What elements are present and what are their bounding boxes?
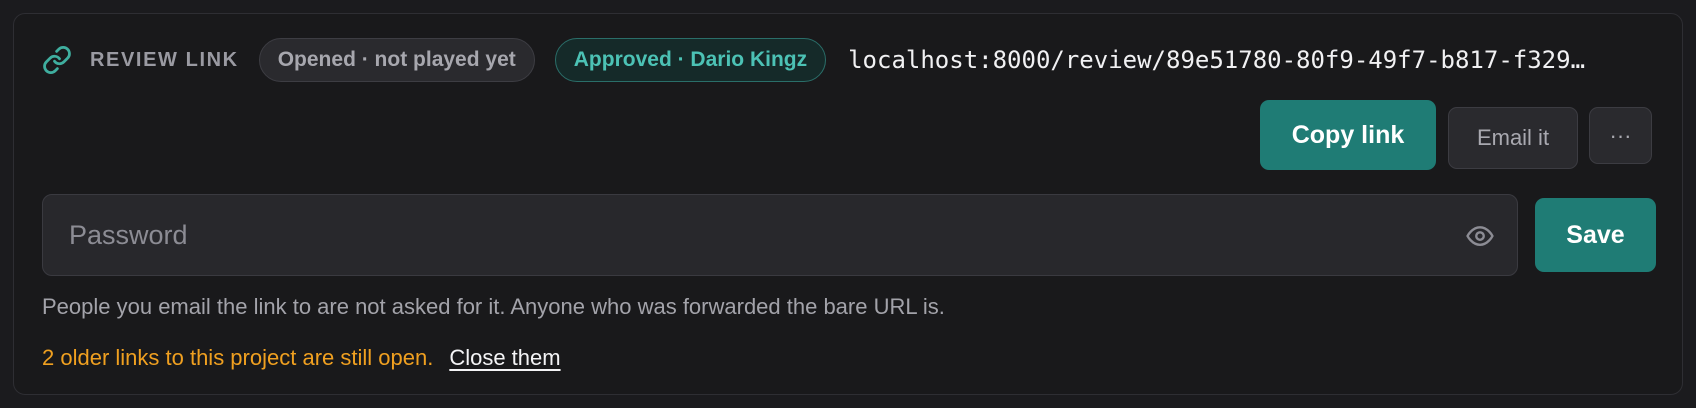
more-options-button[interactable]: ··· <box>1589 107 1652 164</box>
older-links-notice: 2 older links to this project are still … <box>42 345 561 371</box>
save-password-button[interactable]: Save <box>1535 198 1656 272</box>
status-badge-opened: Opened · not played yet <box>258 38 535 82</box>
email-it-button[interactable]: Email it <box>1448 107 1578 169</box>
status-badge-approved: Approved · Dario Kingz <box>554 38 827 82</box>
close-them-link[interactable]: Close them <box>449 345 560 371</box>
review-link-card: REVIEW LINK Opened · not played yet Appr… <box>13 13 1683 395</box>
link-icon <box>42 45 72 75</box>
older-links-message: 2 older links to this project are still … <box>42 345 434 370</box>
more-options-label: ··· <box>1609 122 1632 148</box>
password-field[interactable] <box>42 194 1518 276</box>
section-label: REVIEW LINK <box>90 48 239 71</box>
copy-link-button[interactable]: Copy link <box>1260 100 1436 170</box>
password-input[interactable] <box>43 195 1443 275</box>
password-hint: People you email the link to are not ask… <box>42 294 945 319</box>
review-link-header: REVIEW LINK Opened · not played yet Appr… <box>42 38 1662 82</box>
eye-icon[interactable] <box>1465 221 1495 251</box>
review-url[interactable]: localhost:8000/review/89e51780-80f9-49f7… <box>848 46 1638 74</box>
